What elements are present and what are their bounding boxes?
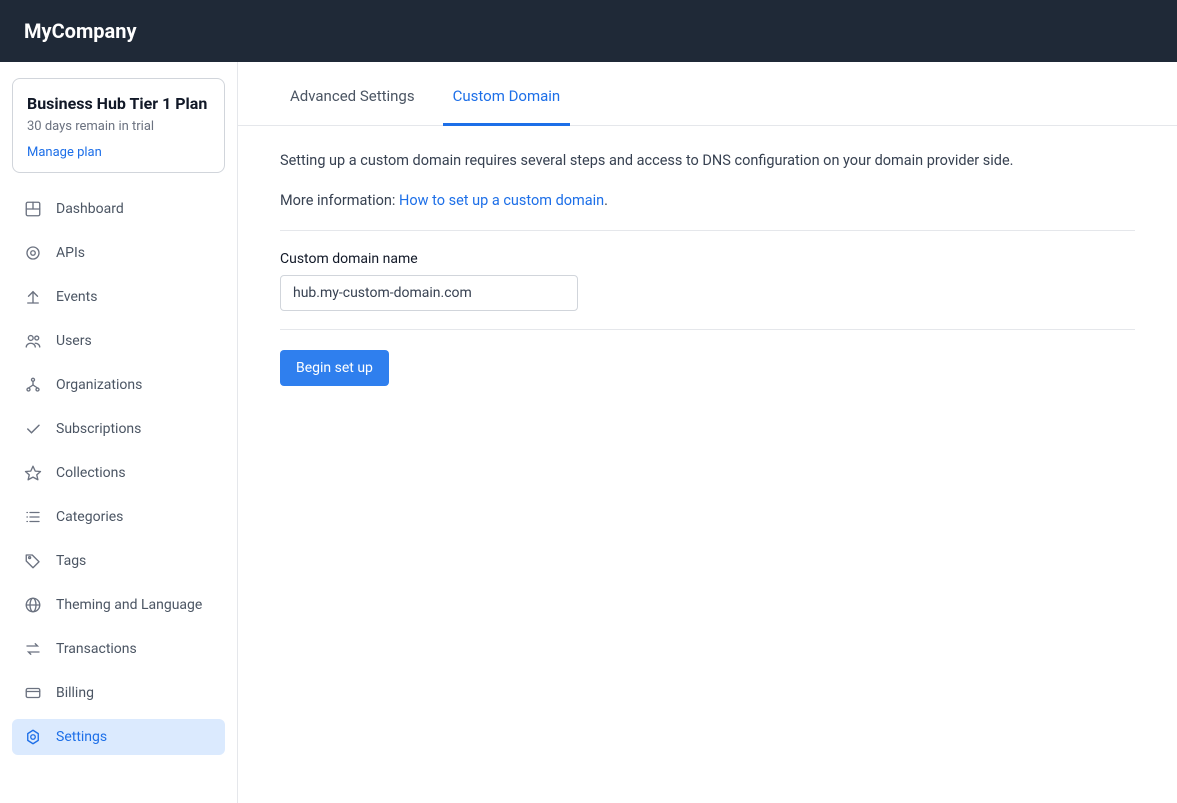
sidebar-item-users[interactable]: Users: [12, 323, 225, 359]
sidebar-item-label: Transactions: [56, 641, 137, 657]
how-to-link[interactable]: How to set up a custom domain: [399, 192, 604, 209]
sidebar-item-collections[interactable]: Collections: [12, 455, 225, 491]
sidebar-item-categories[interactable]: Categories: [12, 499, 225, 535]
plan-subtitle: 30 days remain in trial: [27, 119, 210, 134]
tab-panel-custom-domain: Setting up a custom domain requires seve…: [238, 126, 1177, 410]
app-header: MyCompany: [0, 0, 1177, 62]
globe-icon: [24, 596, 42, 614]
sidebar-item-dashboard[interactable]: Dashboard: [12, 191, 225, 227]
main-content: Advanced Settings Custom Domain Setting …: [238, 62, 1177, 803]
plan-card: Business Hub Tier 1 Plan 30 days remain …: [12, 78, 225, 173]
users-icon: [24, 332, 42, 350]
begin-setup-button[interactable]: Begin set up: [280, 350, 389, 386]
custom-domain-field: Custom domain name: [280, 251, 1135, 311]
info-block: Setting up a custom domain requires seve…: [280, 150, 1135, 212]
organizations-icon: [24, 376, 42, 394]
tabs: Advanced Settings Custom Domain: [238, 62, 1177, 126]
collections-icon: [24, 464, 42, 482]
sidebar-item-label: Users: [56, 333, 92, 349]
sidebar-item-label: Events: [56, 289, 97, 305]
custom-domain-input[interactable]: [280, 275, 578, 311]
sidebar-item-subscriptions[interactable]: Subscriptions: [12, 411, 225, 447]
sidebar-nav: Dashboard APIs Events Users: [12, 191, 225, 755]
custom-domain-label: Custom domain name: [280, 251, 1135, 267]
sidebar-item-billing[interactable]: Billing: [12, 675, 225, 711]
sidebar-item-label: Theming and Language: [56, 597, 202, 613]
sidebar-item-label: Billing: [56, 685, 94, 701]
apis-icon: [24, 244, 42, 262]
sidebar-item-theming[interactable]: Theming and Language: [12, 587, 225, 623]
dashboard-icon: [24, 200, 42, 218]
sidebar-item-label: Dashboard: [56, 201, 124, 217]
sidebar-item-label: APIs: [56, 245, 85, 261]
plan-title: Business Hub Tier 1 Plan: [27, 93, 210, 115]
categories-icon: [24, 508, 42, 526]
info-line-2-suffix: .: [604, 192, 608, 209]
sidebar-item-label: Collections: [56, 465, 126, 481]
sidebar-item-settings[interactable]: Settings: [12, 719, 225, 755]
divider: [280, 329, 1135, 330]
layout: Business Hub Tier 1 Plan 30 days remain …: [0, 62, 1177, 803]
divider: [280, 230, 1135, 231]
sidebar-item-label: Categories: [56, 509, 123, 525]
brand-logo: MyCompany: [24, 19, 137, 43]
info-line-1: Setting up a custom domain requires seve…: [280, 150, 1135, 172]
info-line-2-prefix: More information:: [280, 192, 399, 209]
sidebar-item-tags[interactable]: Tags: [12, 543, 225, 579]
sidebar-item-transactions[interactable]: Transactions: [12, 631, 225, 667]
sidebar-item-label: Organizations: [56, 377, 142, 393]
sidebar: Business Hub Tier 1 Plan 30 days remain …: [0, 62, 238, 803]
sidebar-item-label: Subscriptions: [56, 421, 141, 437]
settings-icon: [24, 728, 42, 746]
sidebar-item-organizations[interactable]: Organizations: [12, 367, 225, 403]
transactions-icon: [24, 640, 42, 658]
tags-icon: [24, 552, 42, 570]
sidebar-item-label: Settings: [56, 729, 107, 745]
tab-custom-domain[interactable]: Custom Domain: [443, 63, 571, 126]
events-icon: [24, 288, 42, 306]
sidebar-item-events[interactable]: Events: [12, 279, 225, 315]
sidebar-item-label: Tags: [56, 553, 86, 569]
billing-icon: [24, 684, 42, 702]
subscriptions-icon: [24, 420, 42, 438]
info-line-2: More information: How to set up a custom…: [280, 190, 1135, 212]
manage-plan-link[interactable]: Manage plan: [27, 145, 102, 160]
tab-advanced-settings[interactable]: Advanced Settings: [280, 63, 425, 126]
sidebar-item-apis[interactable]: APIs: [12, 235, 225, 271]
